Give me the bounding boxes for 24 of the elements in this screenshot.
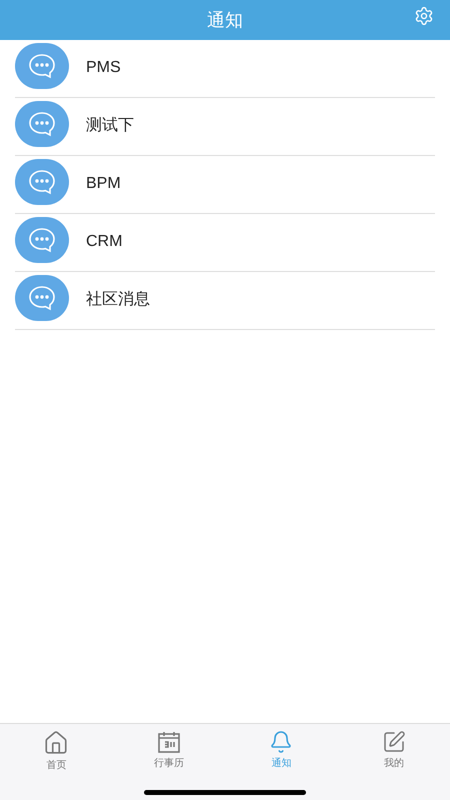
chat-bubble-icon	[28, 53, 56, 79]
notification-title: PMS	[86, 58, 121, 78]
notification-title: CRM	[86, 232, 122, 252]
settings-button[interactable]	[414, 6, 434, 26]
notification-item[interactable]: PMS	[15, 40, 435, 98]
edit-icon	[382, 730, 406, 754]
notification-item[interactable]: 测试下	[15, 98, 435, 156]
bell-icon	[269, 730, 294, 754]
page-title: 通知	[207, 8, 243, 32]
chat-bubble-icon	[28, 111, 56, 137]
notification-item[interactable]: CRM	[15, 214, 435, 272]
notification-title: 测试下	[86, 116, 134, 136]
chat-bubble-icon	[28, 169, 56, 195]
notification-title: 社区消息	[86, 290, 150, 310]
tab-item[interactable]: 我的	[338, 724, 450, 773]
tab-item[interactable]: 首页	[0, 724, 112, 773]
tab-item[interactable]: 行事历	[112, 724, 225, 773]
chat-bubble-icon	[28, 227, 56, 253]
notification-item[interactable]: 社区消息	[15, 272, 435, 330]
calendar-icon	[156, 730, 181, 754]
chat-bubble-icon	[28, 285, 56, 311]
home-icon	[43, 730, 70, 756]
notification-item[interactable]: BPM	[15, 156, 435, 214]
notification-title: BPM	[86, 174, 121, 194]
